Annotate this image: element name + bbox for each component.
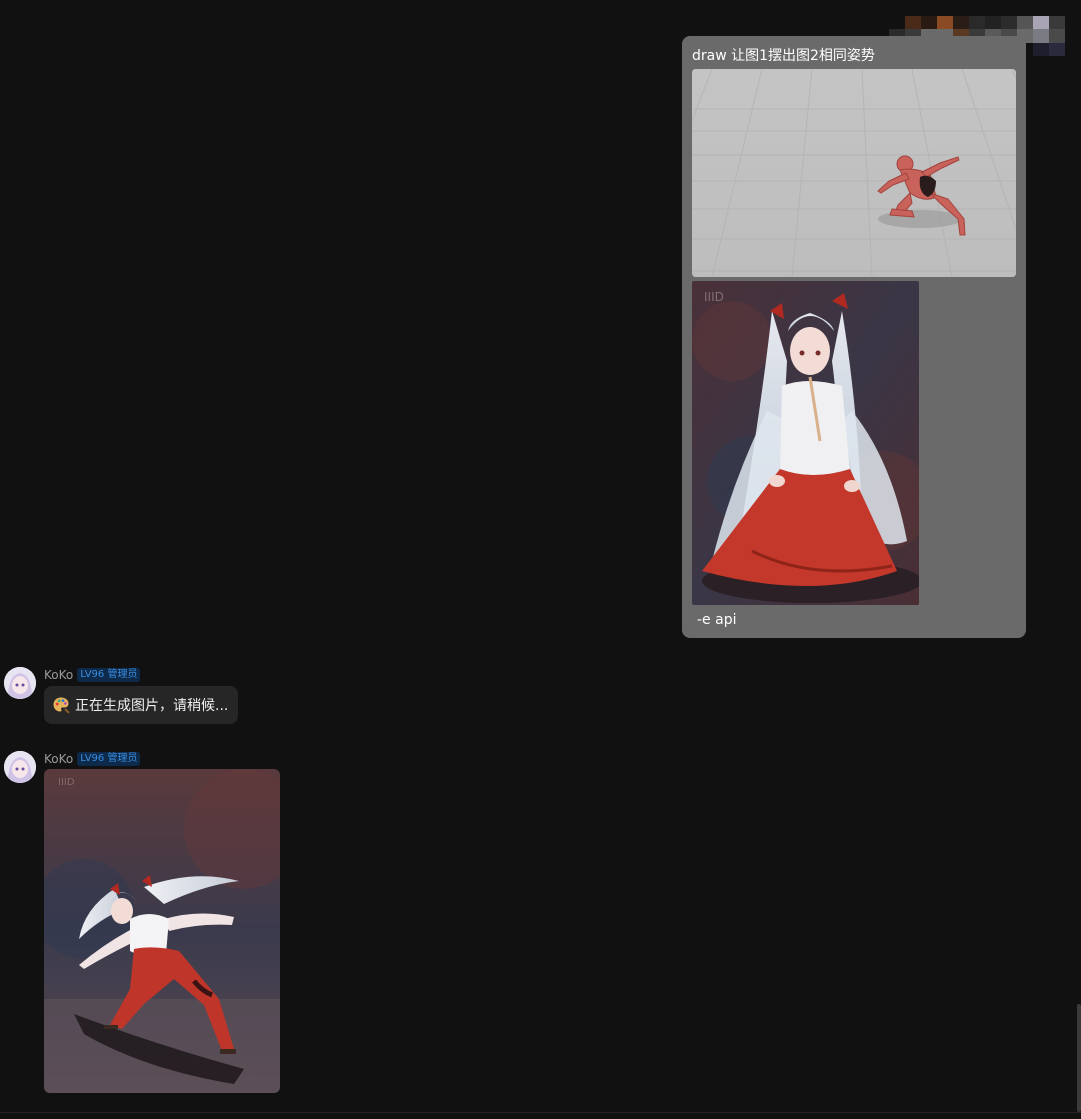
anime-shrine-maiden-seated-image[interactable]: IIID xyxy=(692,281,919,605)
outgoing-message-bubble[interactable]: draw 让图1摆出图2相同姿势 IIID -e api xyxy=(682,36,1026,638)
chat-window: draw 让图1摆出图2相同姿势 IIID -e api KoKo LV96 管… xyxy=(0,0,1081,1119)
trailing-text: -e api xyxy=(697,612,737,628)
svg-text:IIID: IIID xyxy=(704,290,724,304)
sender-row: KoKo LV96 管理员 xyxy=(44,751,141,767)
pose-mannequin-image[interactable] xyxy=(692,69,1016,277)
pose-mannequin-svg xyxy=(692,69,1016,277)
sender-name[interactable]: KoKo xyxy=(44,668,73,682)
anime-seated-svg: IIID xyxy=(692,281,919,605)
avatar[interactable] xyxy=(4,751,36,783)
divider xyxy=(0,1112,1081,1113)
generated-pose-svg: IIID xyxy=(44,769,280,1093)
svg-text:IIID: IIID xyxy=(58,777,75,788)
sender-name[interactable]: KoKo xyxy=(44,752,73,766)
generated-anime-pose-image[interactable]: IIID xyxy=(44,769,280,1093)
incoming-text: 正在生成图片，请稍候... xyxy=(75,698,229,714)
koko-avatar-icon xyxy=(4,667,36,699)
level-badge: LV96 管理员 xyxy=(77,752,141,766)
sender-row: KoKo LV96 管理员 xyxy=(44,667,141,683)
palette-icon xyxy=(53,697,70,714)
incoming-text-bubble[interactable]: 正在生成图片，请稍候... xyxy=(44,686,239,724)
avatar[interactable] xyxy=(4,667,36,699)
command-text: draw 让图1摆出图2相同姿势 xyxy=(692,48,875,64)
level-badge: LV96 管理员 xyxy=(77,668,141,682)
koko-avatar-icon xyxy=(4,751,36,783)
scrollbar-thumb[interactable] xyxy=(1077,1004,1081,1112)
